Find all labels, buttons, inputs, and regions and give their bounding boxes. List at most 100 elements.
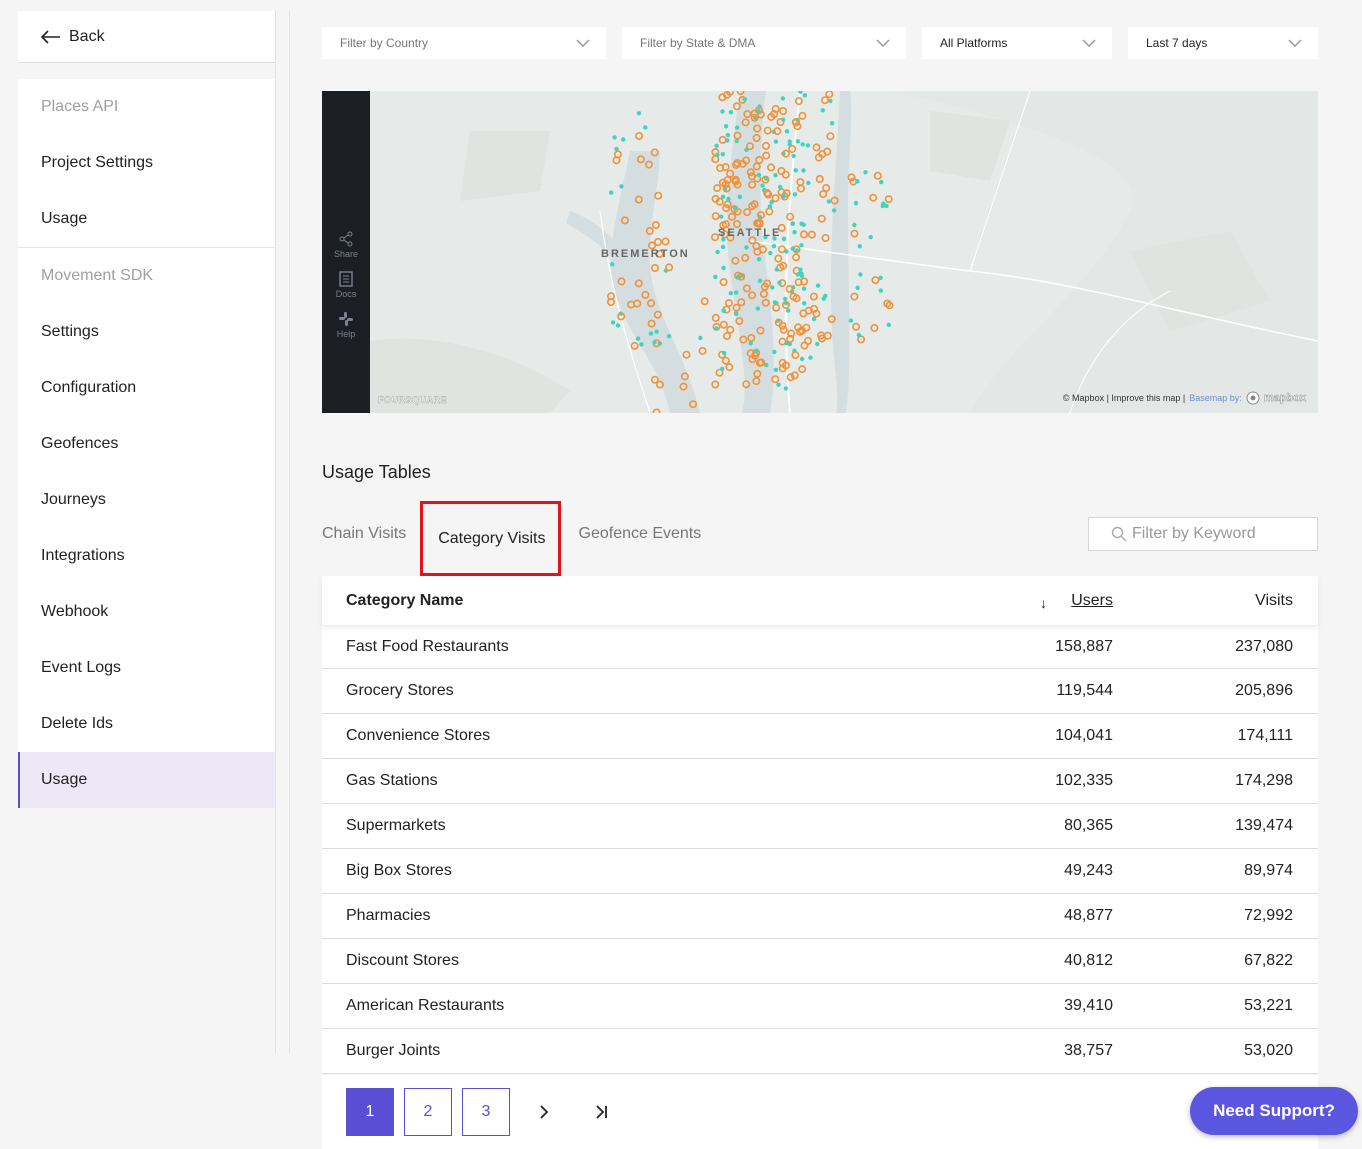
teal-location-dot [621, 137, 626, 142]
pagination: 1 2 3 [322, 1075, 1318, 1149]
teal-location-dot [725, 132, 731, 138]
teal-location-dot [774, 267, 779, 272]
back-button[interactable]: Back [18, 11, 275, 63]
teal-location-dot [794, 248, 800, 253]
sidebar-item-settings[interactable]: Settings [18, 304, 275, 360]
page-2-button[interactable]: 2 [404, 1088, 452, 1136]
teal-location-dot [715, 152, 720, 157]
teal-location-dot [764, 176, 769, 181]
visits-cell: 72,992 [1244, 907, 1293, 924]
visits-cell: 237,080 [1235, 637, 1293, 655]
teal-location-dot [713, 274, 718, 280]
teal-location-dot [879, 179, 884, 185]
table-row: Fast Food Restaurants 158,887 237,080 [322, 625, 1318, 669]
attribution-text[interactable]: © Mapbox | Improve this map | [1063, 393, 1185, 403]
map-attribution: © Mapbox | Improve this map | Basemap by… [1063, 391, 1306, 405]
teal-location-dot [719, 214, 724, 219]
teal-location-dot [868, 234, 873, 240]
teal-location-dot [610, 262, 615, 267]
teal-location-dot [780, 96, 786, 101]
platform-filter-select[interactable]: All Platforms [922, 27, 1112, 59]
users-cell: 38,757 [1064, 1042, 1113, 1059]
tab-chain-visits[interactable]: Chain Visits [322, 501, 406, 567]
map-toolbar: Share Docs Help [322, 91, 370, 413]
table-row: Grocery Stores 119,544 205,896 [322, 669, 1318, 714]
book-icon [339, 271, 353, 287]
sidebar-item-journeys[interactable]: Journeys [18, 472, 275, 528]
date-range-filter-select[interactable]: Last 7 days [1128, 27, 1318, 59]
sidebar-item-project-settings[interactable]: Project Settings [18, 135, 275, 191]
sidebar: Back Places API Project Settings Usage M… [18, 11, 275, 808]
column-header-users[interactable]: ↓ Users [962, 592, 1113, 611]
sidebar-item-event-logs[interactable]: Event Logs [18, 640, 275, 696]
teal-location-dot [881, 201, 886, 206]
next-page-button[interactable] [520, 1088, 568, 1136]
usage-tables-title: Usage Tables [322, 462, 431, 482]
sidebar-item-configuration[interactable]: Configuration [18, 360, 275, 416]
visits-cell: 174,111 [1237, 727, 1293, 744]
tab-category-visits[interactable]: Category Visits [420, 501, 561, 576]
teal-location-dot [619, 184, 624, 189]
teal-location-dot [714, 326, 719, 331]
teal-location-dot [783, 296, 788, 302]
teal-location-dot [737, 194, 743, 199]
page-3-button[interactable]: 3 [462, 1088, 510, 1136]
date-range-filter-label: Last 7 days [1146, 36, 1208, 50]
teal-location-dot [768, 250, 773, 256]
teal-location-dot [615, 323, 621, 328]
teal-location-dot [805, 143, 811, 148]
visits-cell: 205,896 [1235, 682, 1293, 699]
teal-location-dot [720, 244, 726, 250]
teal-location-dot [773, 367, 779, 372]
help-tool-label: Help [336, 329, 356, 339]
tab-geofence-events[interactable]: Geofence Events [579, 501, 702, 567]
teal-location-dot [852, 222, 857, 228]
usage-map[interactable]: Share Docs Help BREMERTON SEATTLE FOURSQ… [322, 91, 1318, 413]
teal-location-dot [635, 336, 641, 341]
column-header-category-name[interactable]: Category Name [322, 592, 962, 610]
need-support-button[interactable]: Need Support? [1190, 1087, 1358, 1135]
teal-location-dot [784, 249, 789, 254]
teal-location-dot [734, 290, 739, 295]
sidebar-item-usage[interactable]: Usage [18, 752, 275, 808]
teal-location-dot [609, 190, 614, 195]
docs-tool[interactable]: Docs [335, 271, 357, 299]
state-dma-filter-select[interactable]: Filter by State & DMA [622, 27, 906, 59]
back-label: Back [69, 27, 105, 45]
page-1-button[interactable]: 1 [346, 1088, 394, 1136]
users-cell: 48,877 [1064, 907, 1113, 924]
sidebar-item-geofences[interactable]: Geofences [18, 416, 275, 472]
teal-location-dot [781, 236, 787, 242]
teal-location-dot [773, 139, 779, 144]
teal-location-dot [715, 249, 720, 255]
sidebar-item-integrations[interactable]: Integrations [18, 528, 275, 584]
keyword-filter-input[interactable]: Filter by Keyword [1088, 517, 1318, 551]
sidebar-item-webhook[interactable]: Webhook [18, 584, 275, 640]
teal-location-dot [791, 153, 796, 159]
teal-location-dot [799, 221, 804, 226]
sidebar-border [275, 11, 276, 1053]
nav-header-movement-sdk: Movement SDK [18, 248, 275, 304]
share-tool[interactable]: Share [334, 231, 358, 259]
users-cell: 49,243 [1064, 862, 1113, 879]
teal-location-dot [808, 355, 813, 360]
usage-tabs: Chain Visits Category Visits Geofence Ev… [322, 501, 701, 576]
filter-bar: Filter by Country Filter by State & DMA … [322, 27, 1318, 59]
sidebar-item-places-usage[interactable]: Usage [18, 191, 275, 247]
state-dma-filter-label: Filter by State & DMA [640, 36, 756, 50]
column-header-visits[interactable]: Visits [1113, 592, 1293, 610]
table-header: Category Name ↓ Users Visits [322, 576, 1318, 625]
last-page-button[interactable] [578, 1088, 626, 1136]
help-tool[interactable]: Help [336, 311, 356, 339]
teal-location-dot [636, 111, 642, 116]
teal-location-dot [848, 318, 854, 323]
docs-tool-label: Docs [335, 289, 357, 299]
arrow-left-icon [41, 29, 60, 44]
teal-location-dot [756, 108, 761, 114]
sidebar-item-delete-ids[interactable]: Delete Ids [18, 696, 275, 752]
users-cell: 158,887 [1055, 637, 1113, 655]
teal-location-dot [858, 272, 863, 277]
teal-location-dot [643, 125, 648, 130]
teal-location-dot [783, 386, 789, 391]
country-filter-select[interactable]: Filter by Country [322, 27, 606, 59]
